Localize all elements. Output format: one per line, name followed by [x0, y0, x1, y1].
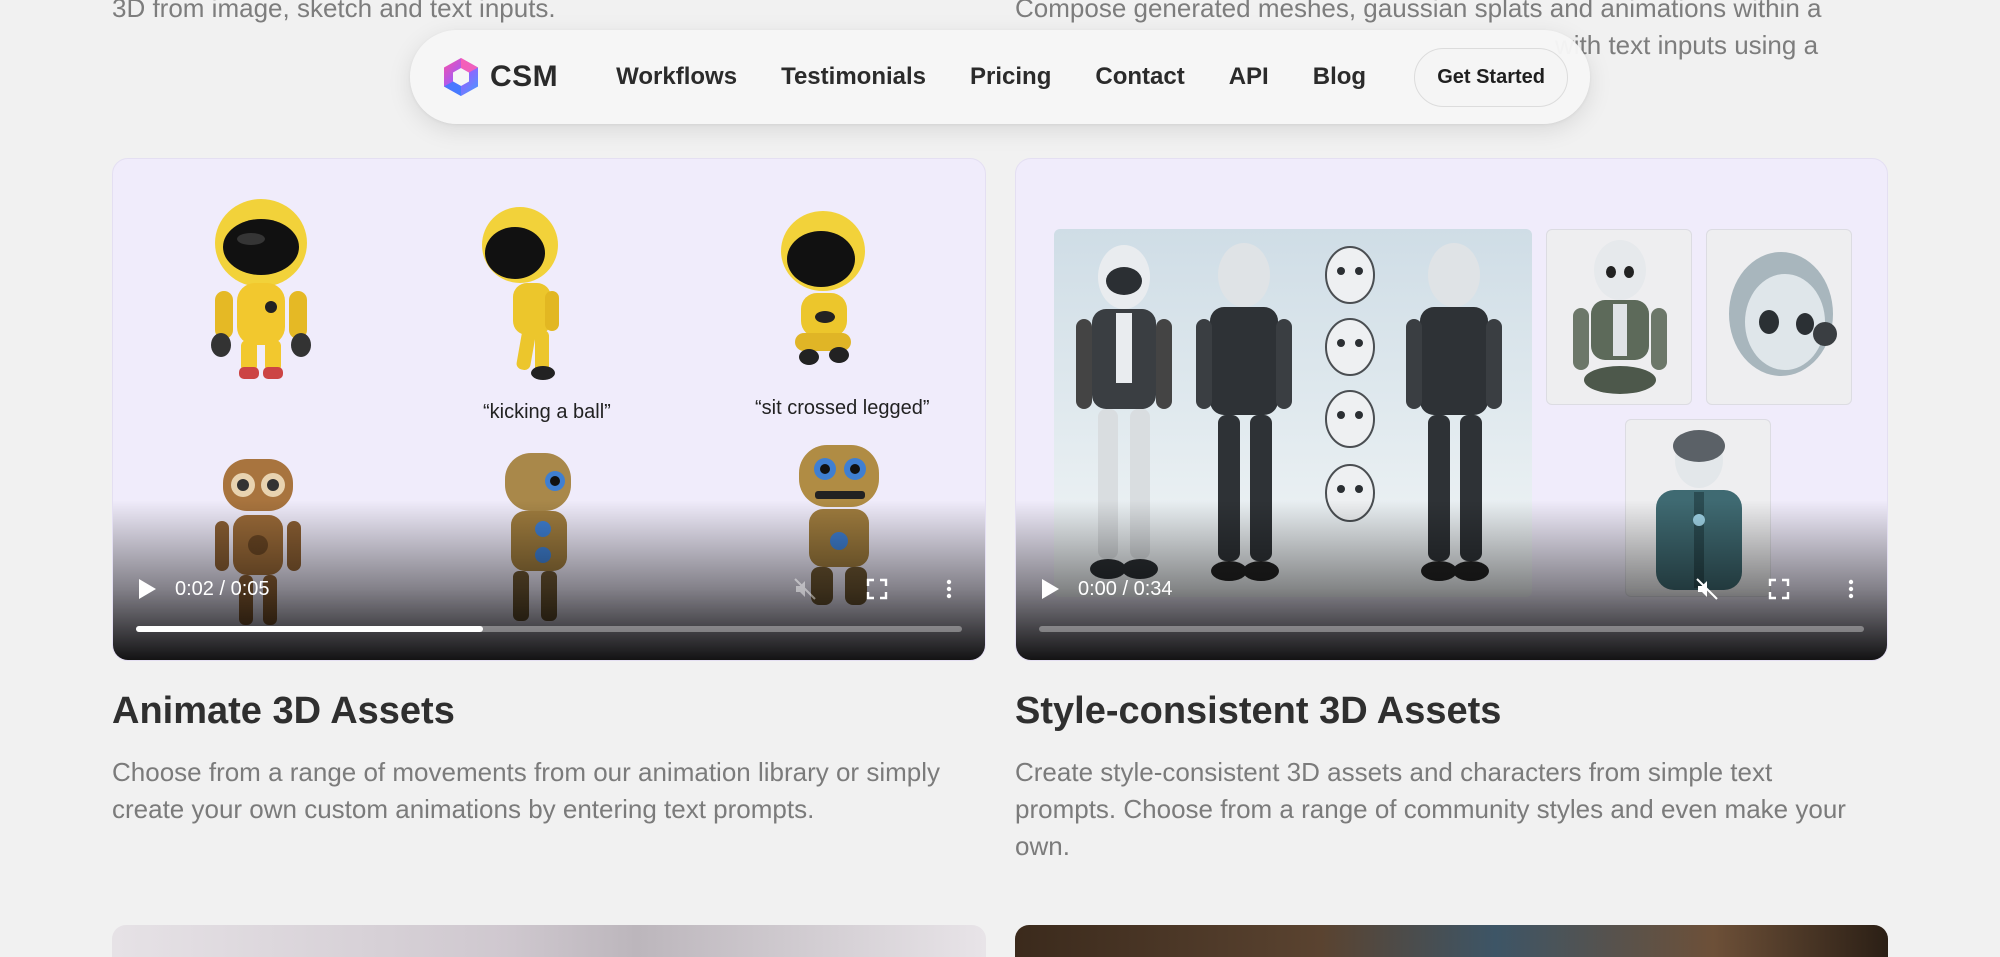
- get-started-button[interactable]: Get Started: [1414, 47, 1568, 107]
- play-icon[interactable]: [137, 578, 157, 600]
- fullscreen-icon[interactable]: [865, 577, 889, 601]
- previous-section-right-line1: Compose generated meshes, gaussian splat…: [1015, 0, 1822, 23]
- csm-logo-icon: [444, 58, 478, 96]
- next-card-right-preview[interactable]: [1015, 925, 1888, 957]
- video-progress-bar[interactable]: [136, 626, 962, 632]
- nav-link-blog[interactable]: Blog: [1313, 63, 1366, 91]
- animate-video-player[interactable]: “kicking a ball” “sit crossed legged” 0:…: [112, 158, 986, 661]
- nav-link-contact[interactable]: Contact: [1095, 63, 1184, 91]
- next-card-left-preview[interactable]: [112, 925, 986, 957]
- nav-link-workflows[interactable]: Workflows: [616, 63, 737, 91]
- style-consistent-video-player[interactable]: 0:00 / 0:34: [1015, 158, 1888, 661]
- animate-3d-assets-title: Animate 3D Assets: [112, 690, 455, 732]
- more-options-icon[interactable]: [1839, 577, 1863, 601]
- animate-3d-assets-description: Choose from a range of movements from ou…: [112, 757, 940, 824]
- video-controls: 0:02 / 0:05: [113, 574, 985, 604]
- video-progress-bar[interactable]: [1039, 626, 1864, 632]
- video-time: 0:02 / 0:05: [175, 577, 270, 600]
- hazmat-character-kicking: [482, 207, 559, 380]
- mute-icon[interactable]: [793, 577, 817, 601]
- nav-link-pricing[interactable]: Pricing: [970, 63, 1051, 91]
- nav-link-api[interactable]: API: [1229, 63, 1269, 91]
- logo[interactable]: CSM: [440, 56, 558, 98]
- nav-links: Workflows Testimonials Pricing Contact A…: [616, 63, 1414, 91]
- video-progress-fill: [136, 626, 483, 632]
- top-navbar: CSM Workflows Testimonials Pricing Conta…: [410, 30, 1590, 124]
- play-icon[interactable]: [1040, 578, 1060, 600]
- fullscreen-icon[interactable]: [1767, 577, 1791, 601]
- caption-sit-crossed-legged: “sit crossed legged”: [755, 397, 930, 419]
- hazmat-character-standing: [211, 199, 311, 379]
- caption-kicking-a-ball: “kicking a ball”: [483, 401, 611, 423]
- video-time: 0:00 / 0:34: [1078, 577, 1173, 600]
- robot-thumbnail-head: [1706, 229, 1852, 405]
- robot-thumbnail-full-body: [1546, 229, 1692, 405]
- logo-text: CSM: [490, 60, 559, 93]
- nav-link-testimonials[interactable]: Testimonials: [781, 63, 926, 91]
- video-controls: 0:00 / 0:34: [1016, 574, 1887, 604]
- style-consistent-description: Create style-consistent 3D assets and ch…: [1015, 757, 1846, 861]
- previous-section-left-text: 3D from image, sketch and text inputs.: [112, 0, 556, 23]
- mute-icon[interactable]: [1695, 577, 1719, 601]
- style-consistent-title: Style-consistent 3D Assets: [1015, 690, 1502, 732]
- hazmat-character-sitting: [781, 211, 865, 365]
- more-options-icon[interactable]: [937, 577, 961, 601]
